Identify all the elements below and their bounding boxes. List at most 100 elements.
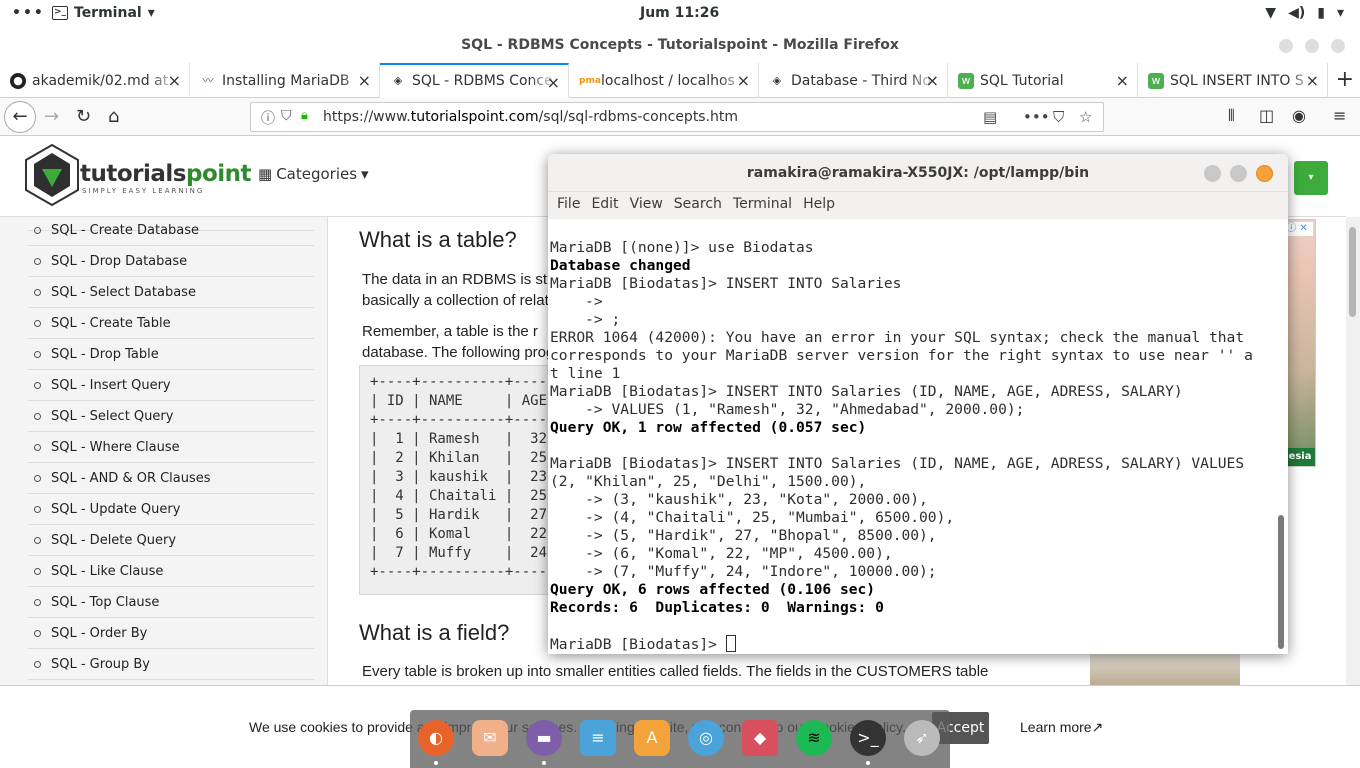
pocket-icon[interactable]: ⛉ <box>1053 108 1064 126</box>
new-tab-icon[interactable]: + <box>1336 67 1354 92</box>
close-icon[interactable]: × <box>1116 71 1129 90</box>
sidebar-item[interactable]: SQL - Create Table <box>28 308 314 339</box>
mail-icon[interactable]: ✉ <box>472 720 508 756</box>
hamburger-menu-icon[interactable]: ≡ <box>1333 106 1346 125</box>
terminal-scrollbar[interactable] <box>1276 219 1288 654</box>
close-button[interactable] <box>1331 39 1345 53</box>
terminal-line: -> (6, "Komal", 22, "MP", 4500.00), <box>550 545 893 562</box>
terminal-titlebar[interactable]: ramakira@ramakira-X550JX: /opt/lampp/bin <box>548 154 1288 192</box>
maximize-button[interactable] <box>1305 39 1319 53</box>
home-button[interactable]: ⌂ <box>108 106 119 127</box>
menu-terminal[interactable]: Terminal <box>724 192 792 219</box>
close-button[interactable] <box>1256 165 1273 182</box>
chevron-down-icon: ▾ <box>147 5 155 21</box>
tab-installing-mariadb[interactable]: 〰 Installing MariaDB × <box>190 63 380 98</box>
close-icon[interactable]: × <box>926 71 939 90</box>
sidebar-item[interactable]: SQL - Drop Database <box>28 246 314 277</box>
scroll-thumb[interactable] <box>1278 515 1284 649</box>
reload-button[interactable]: ↻ <box>76 106 91 127</box>
learn-more-link[interactable]: Learn more↗ <box>1020 719 1103 736</box>
maximize-button[interactable] <box>1230 165 1247 182</box>
sidebar-item[interactable]: SQL - Where Clause <box>28 432 314 463</box>
sidebar-item[interactable]: SQL - Insert Query <box>28 370 314 401</box>
menu-view[interactable]: View <box>621 192 663 219</box>
terminal-output[interactable]: MariaDB [(none)]> use Biodatas Database c… <box>548 219 1276 654</box>
sidebar-item[interactable]: SQL - Update Query <box>28 494 314 525</box>
sidebar-item-label: SQL - Like Clause <box>51 564 164 579</box>
menu-help[interactable]: Help <box>794 192 835 219</box>
sidebar-icon[interactable]: ◫ <box>1259 106 1274 125</box>
tab-sql-insert[interactable]: w SQL INSERT INTO S × <box>1138 63 1328 98</box>
terminal-line: -> <box>550 293 603 310</box>
terminal-line: MariaDB [Biodatas]> <box>550 635 736 654</box>
sidebar-item[interactable]: SQL - Order By <box>28 618 314 649</box>
close-icon[interactable]: × <box>358 71 371 90</box>
cube-icon[interactable]: ◆ <box>742 720 778 756</box>
tab-sql-rdbms[interactable]: ◈ SQL - RDBMS Conce × <box>380 63 569 98</box>
sidebar-item[interactable]: SQL - Group By <box>28 649 314 680</box>
sidebar-item[interactable]: SQL - AND & OR Clauses <box>28 463 314 494</box>
minimize-button[interactable] <box>1279 39 1293 53</box>
sidebar-item[interactable]: SQL - Create Database <box>28 215 314 246</box>
help-icon[interactable]: ◎ <box>688 720 724 756</box>
menu-edit[interactable]: Edit <box>582 192 618 219</box>
close-icon[interactable]: × <box>737 71 750 90</box>
sidebar-item[interactable]: SQL - Drop Table <box>28 339 314 370</box>
tab-sql-tutorial[interactable]: w SQL Tutorial × <box>948 63 1138 98</box>
advertisement-2[interactable] <box>1090 652 1240 685</box>
login-button[interactable]: ▾ <box>1294 161 1328 195</box>
ad-label: esia <box>1285 448 1315 466</box>
spotify-icon[interactable]: ≋ <box>796 720 832 756</box>
system-tray[interactable]: ▼ ◀) ▮ ▾ <box>1265 5 1344 21</box>
sidebar-item[interactable]: SQL - Delete Query <box>28 525 314 556</box>
url-text[interactable]: https://www.tutorialspoint.com/sql/sql-r… <box>323 109 738 125</box>
shield-icon[interactable]: ⛉ <box>281 108 292 124</box>
paragraph-3: Every table is broken up into smaller en… <box>362 663 989 680</box>
sidebar-item[interactable]: SQL - Like Clause <box>28 556 314 587</box>
close-icon[interactable]: × <box>168 71 181 90</box>
software-icon[interactable]: A <box>634 720 670 756</box>
back-button[interactable]: ← <box>4 101 36 133</box>
bullet-icon <box>34 382 41 389</box>
close-icon[interactable]: × <box>1306 71 1319 90</box>
scroll-thumb[interactable] <box>1349 227 1356 317</box>
lock-icon[interactable]: 🔒︎ <box>301 108 308 123</box>
bullet-icon <box>34 475 41 482</box>
page-scrollbar[interactable] <box>1346 217 1360 685</box>
sidebar-item[interactable]: SQL - Top Clause <box>28 587 314 618</box>
tab-database-third[interactable]: ◈ Database - Third No × <box>759 63 948 98</box>
minimize-button[interactable] <box>1204 165 1221 182</box>
sidebar-item[interactable]: SQL - Select Database <box>28 277 314 308</box>
heading-table: What is a table? <box>359 227 517 252</box>
info-icon[interactable]: ⓘ <box>261 108 275 128</box>
sidebar-item[interactable]: SQL - Select Query <box>28 401 314 432</box>
reader-view-icon[interactable]: ▤ <box>983 108 997 126</box>
close-icon[interactable]: × <box>547 73 560 92</box>
library-icon[interactable]: ⫴ <box>1228 106 1235 126</box>
forward-button[interactable]: → <box>44 106 59 127</box>
menu-file[interactable]: File <box>548 192 580 219</box>
bullet-icon <box>34 444 41 451</box>
terminal-icon[interactable]: >_ <box>850 720 886 756</box>
terminal-line: Query OK, 6 rows affected (0.106 sec) <box>550 581 876 598</box>
launcher-icon[interactable]: ➶ <box>904 720 940 756</box>
account-icon[interactable]: ◉ <box>1292 106 1306 125</box>
clock[interactable]: Jum 11:26 <box>640 5 719 21</box>
files-icon[interactable]: ▬ <box>526 720 562 756</box>
tab-phpmyadmin[interactable]: pma localhost / localhos × <box>569 63 759 98</box>
logo-tagline: SIMPLY EASY LEARNING <box>82 187 205 195</box>
sidebar-item-label: SQL - Create Database <box>51 223 200 238</box>
sidebar-item-label: SQL - Top Clause <box>51 595 160 610</box>
document-icon[interactable]: ≡ <box>580 720 616 756</box>
activities-button[interactable]: ••• <box>12 5 45 21</box>
bookmark-star-icon[interactable]: ☆ <box>1079 108 1092 126</box>
page-actions-icon[interactable]: ••• <box>1023 108 1050 126</box>
url-bar[interactable]: ⓘ ⛉ 🔒︎ https://www.tutorialspoint.com/sq… <box>250 102 1104 132</box>
app-menu[interactable]: >_ Terminal ▾ <box>52 5 155 21</box>
firefox-titlebar: SQL - RDBMS Concepts - Tutorialspoint - … <box>0 27 1360 63</box>
menu-search[interactable]: Search <box>665 192 722 219</box>
tab-github[interactable]: ● akademik/02.md at × <box>0 63 190 98</box>
firefox-icon[interactable]: ◐ <box>418 720 454 756</box>
categories-menu[interactable]: ▦ Categories ▾ <box>258 165 369 183</box>
terminal-window[interactable]: ramakira@ramakira-X550JX: /opt/lampp/bin… <box>548 154 1288 654</box>
